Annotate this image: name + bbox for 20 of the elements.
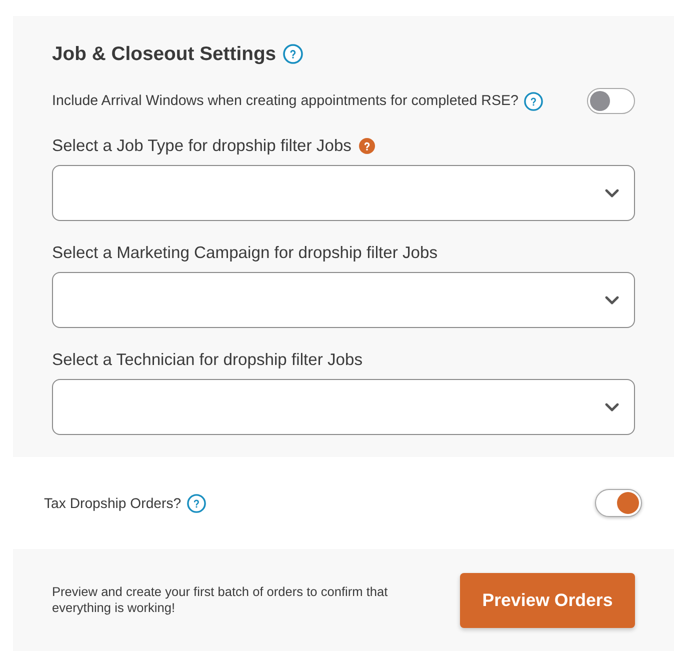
field-label: Select a Job Type for dropship filter Jobs <box>52 136 352 156</box>
preview-orders-button[interactable]: Preview Orders <box>460 572 635 628</box>
setting-label: Tax Dropship Orders? <box>44 494 182 512</box>
chevron-down-icon <box>605 402 619 412</box>
help-icon[interactable] <box>524 92 544 110</box>
toggle-switch[interactable] <box>587 88 635 114</box>
setting-label: Include Arrival Windows when creating appointments for completed RSE? <box>52 92 518 110</box>
field-label: Select a Technician for dropship filter Jobs <box>52 350 363 370</box>
help-icon[interactable] <box>187 494 206 512</box>
select-field[interactable] <box>52 379 635 435</box>
select-field[interactable] <box>52 272 635 328</box>
select-field[interactable] <box>52 165 635 221</box>
field-label: Select a Marketing Campaign for dropship filter Jobs <box>52 243 438 263</box>
footer-message: Preview and create your first batch of orders to confirm that everything is working! <box>52 584 389 616</box>
chevron-down-icon <box>605 296 619 304</box>
help-icon[interactable] <box>359 138 376 154</box>
toggle-switch[interactable] <box>595 489 642 517</box>
section-title: Job & Closeout Settings <box>52 42 276 66</box>
chevron-down-icon <box>605 188 619 198</box>
help-icon[interactable] <box>283 44 304 64</box>
